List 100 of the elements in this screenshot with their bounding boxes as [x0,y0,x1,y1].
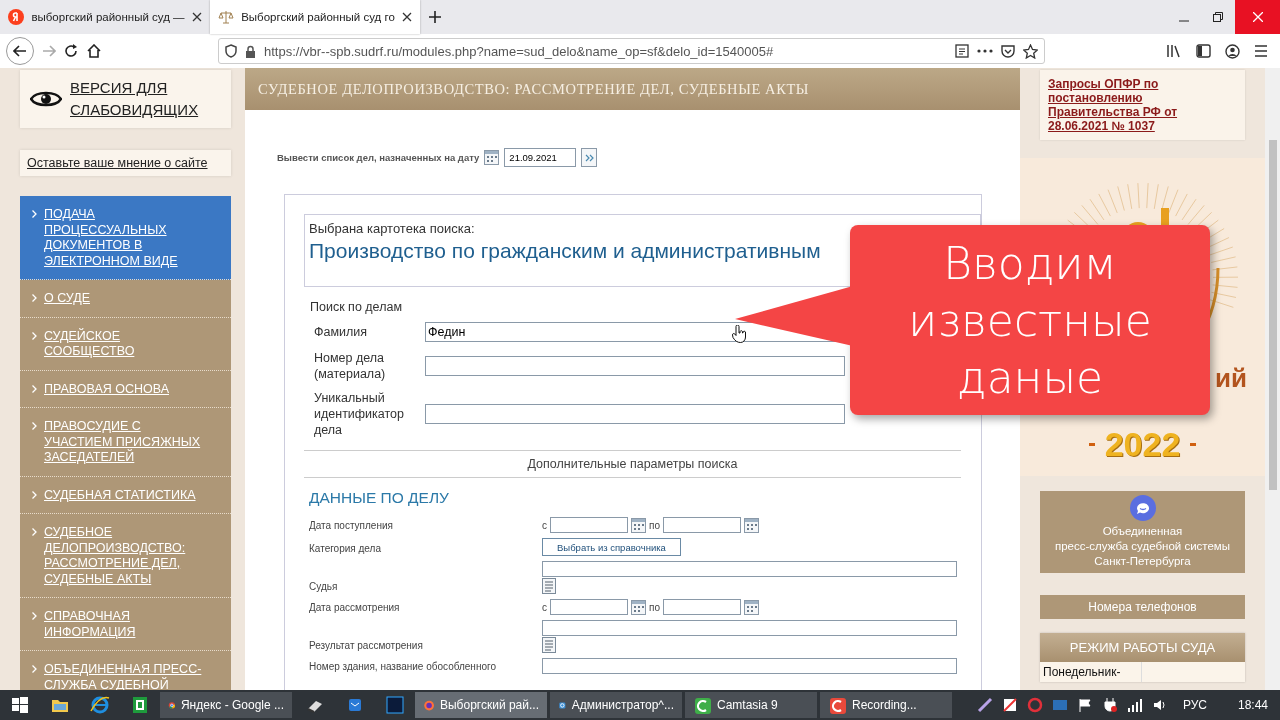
chevron-icon [32,612,37,620]
text-field[interactable] [425,356,845,376]
emblem-caption: ий [1215,363,1247,394]
browser-tab[interactable]: выборгский районный суд — [0,0,210,34]
callout-text: даные [956,350,1104,405]
library-icon[interactable] [1166,44,1182,58]
new-tab-icon[interactable] [428,10,442,24]
menu-item[interactable]: ПОДАЧА ПРОЦЕССУАЛЬНЫХ ДОКУМЕНТОВ В ЭЛЕКТРОННОМ ВИДЕ [20,196,231,280]
spreadsheet-icon [130,695,150,715]
list-icon[interactable] [542,578,556,594]
extra-params-toggle[interactable]: Дополнительные параметры поиска [304,450,961,478]
emblem-year: 2022 [1104,425,1181,464]
field-label: Номер здания, название обособленного [309,661,497,674]
field-label: Дата поступления [309,520,394,533]
menu-icon[interactable] [1254,45,1268,57]
field-label: Дата рассмотрения [309,602,401,615]
taskbar-window[interactable]: Яндекс - Google ... [160,692,292,718]
flag-icon[interactable] [1076,697,1093,713]
windows-icon [10,695,30,715]
table-cell: Понедельник- [1040,662,1142,682]
calendar-icon[interactable] [744,599,759,615]
chat-icon [1129,495,1156,521]
scrollbar[interactable] [1265,68,1280,690]
monitor-icon[interactable] [1051,697,1068,713]
recorder-c-icon [828,696,846,714]
catalog-button[interactable]: Выбрать из справочника [542,538,681,556]
language-indicator[interactable]: РУС [1182,698,1207,712]
taskbar-window[interactable]: Администратор^... [550,692,682,718]
calendar-icon[interactable] [484,150,500,165]
image-editor-icon [385,695,405,715]
panel-heading: РЕЖИМ РАБОТЫ СУДА [1040,633,1245,662]
speaker-icon[interactable] [1151,697,1168,713]
field-label: Номер дела (материала) [314,350,387,382]
section-header: СУДЕБНОЕ ДЕЛОПРОИЗВОДСТВО: РАССМОТРЕНИЕ ДЕЛ, СУДЕБНЫЕ АКТЫ [245,68,1020,110]
taskbar-window[interactable]: Recording... [820,692,952,718]
date-field[interactable] [550,599,628,615]
range-label: по [649,519,660,531]
date-field[interactable] [663,517,741,533]
reader-icon[interactable] [955,44,969,58]
list-icon[interactable] [542,637,556,653]
chevron-icon [32,528,37,536]
calendar-icon[interactable] [744,517,759,533]
calendar-icon[interactable] [631,599,646,615]
recorder-c-icon [693,696,711,714]
double-chevron-icon [584,153,594,162]
text-field[interactable] [542,561,957,577]
card-title: Производство по гражданским и административным [309,239,822,263]
eye-icon [30,89,62,109]
arrow-left-icon [13,45,27,57]
section-heading: ДАННЫЕ ПО ДЕЛУ [309,489,450,507]
home-icon[interactable] [86,44,102,58]
field-label: Судья [309,581,339,594]
chevron-icon [32,490,37,499]
chevron-icon [32,665,37,673]
account-icon[interactable] [1225,43,1240,59]
field-label: Категория дела [309,543,382,556]
range-label: с [542,519,547,531]
field-label: Уникальный идентификатор дела [314,390,405,438]
browser-e-icon [90,695,110,715]
yandex-icon [8,9,24,25]
address-bar[interactable]: https://vbr--spb.sudrf.ru/modules.php?name=sud_delo&name_op=sf&delo_id=1540005# [218,38,1045,64]
range-label: с [542,601,547,613]
pen-icon[interactable] [976,697,993,713]
more-icon[interactable] [977,49,993,53]
shield-icon [225,44,237,58]
notice-link[interactable]: Запросы ОПФР по постановлению Правительства РФ от 28.06.2021 № 1037 [1040,70,1245,140]
chevron-icon [32,210,37,218]
taskbar-window[interactable]: Выборгский рай... [415,692,547,718]
restore-icon[interactable] [1213,12,1223,22]
shield-icon[interactable] [1026,697,1043,713]
date-field[interactable] [663,599,741,615]
close-icon[interactable] [402,12,412,22]
date-label: Вывести список дел, назначенных на дату [277,152,480,163]
browser-tab[interactable]: Выборгский районный суд го [210,0,420,34]
text-field[interactable] [425,404,845,424]
section-label: Поиск по делам [310,300,403,314]
hand-cursor-icon [732,325,746,343]
date-field[interactable] [550,517,628,533]
power-plug-icon[interactable] [1101,697,1118,713]
pocket-icon[interactable] [1001,44,1015,58]
go-button[interactable] [581,148,598,167]
feedback-link[interactable]: Оставьте ваше мнение о сайте [20,150,231,176]
star-icon[interactable] [1023,43,1038,59]
taskbar-window[interactable]: Camtasia 9 [685,692,817,718]
flag-icon[interactable] [1001,697,1018,713]
clock[interactable]: 18:44 [1237,698,1268,712]
date-field[interactable]: 21.09.2021 [504,148,577,167]
sidebar-icon[interactable] [1196,44,1211,58]
accessibility-link[interactable]: ВЕРСИЯ ДЛЯ СЛАБОВИДЯЩИХ [70,77,210,121]
calendar-icon[interactable] [631,517,646,533]
scales-icon [218,9,234,25]
range-label: по [649,601,660,613]
text-field[interactable] [542,620,957,636]
close-icon[interactable] [192,12,202,22]
text-field[interactable] [542,658,957,674]
field-label: Фамилия [314,324,369,340]
reload-icon[interactable] [64,44,78,58]
chevron-icon [32,294,37,302]
signal-icon[interactable] [1126,697,1143,713]
card-caption: Выбрана картотека поиска: [309,221,476,236]
